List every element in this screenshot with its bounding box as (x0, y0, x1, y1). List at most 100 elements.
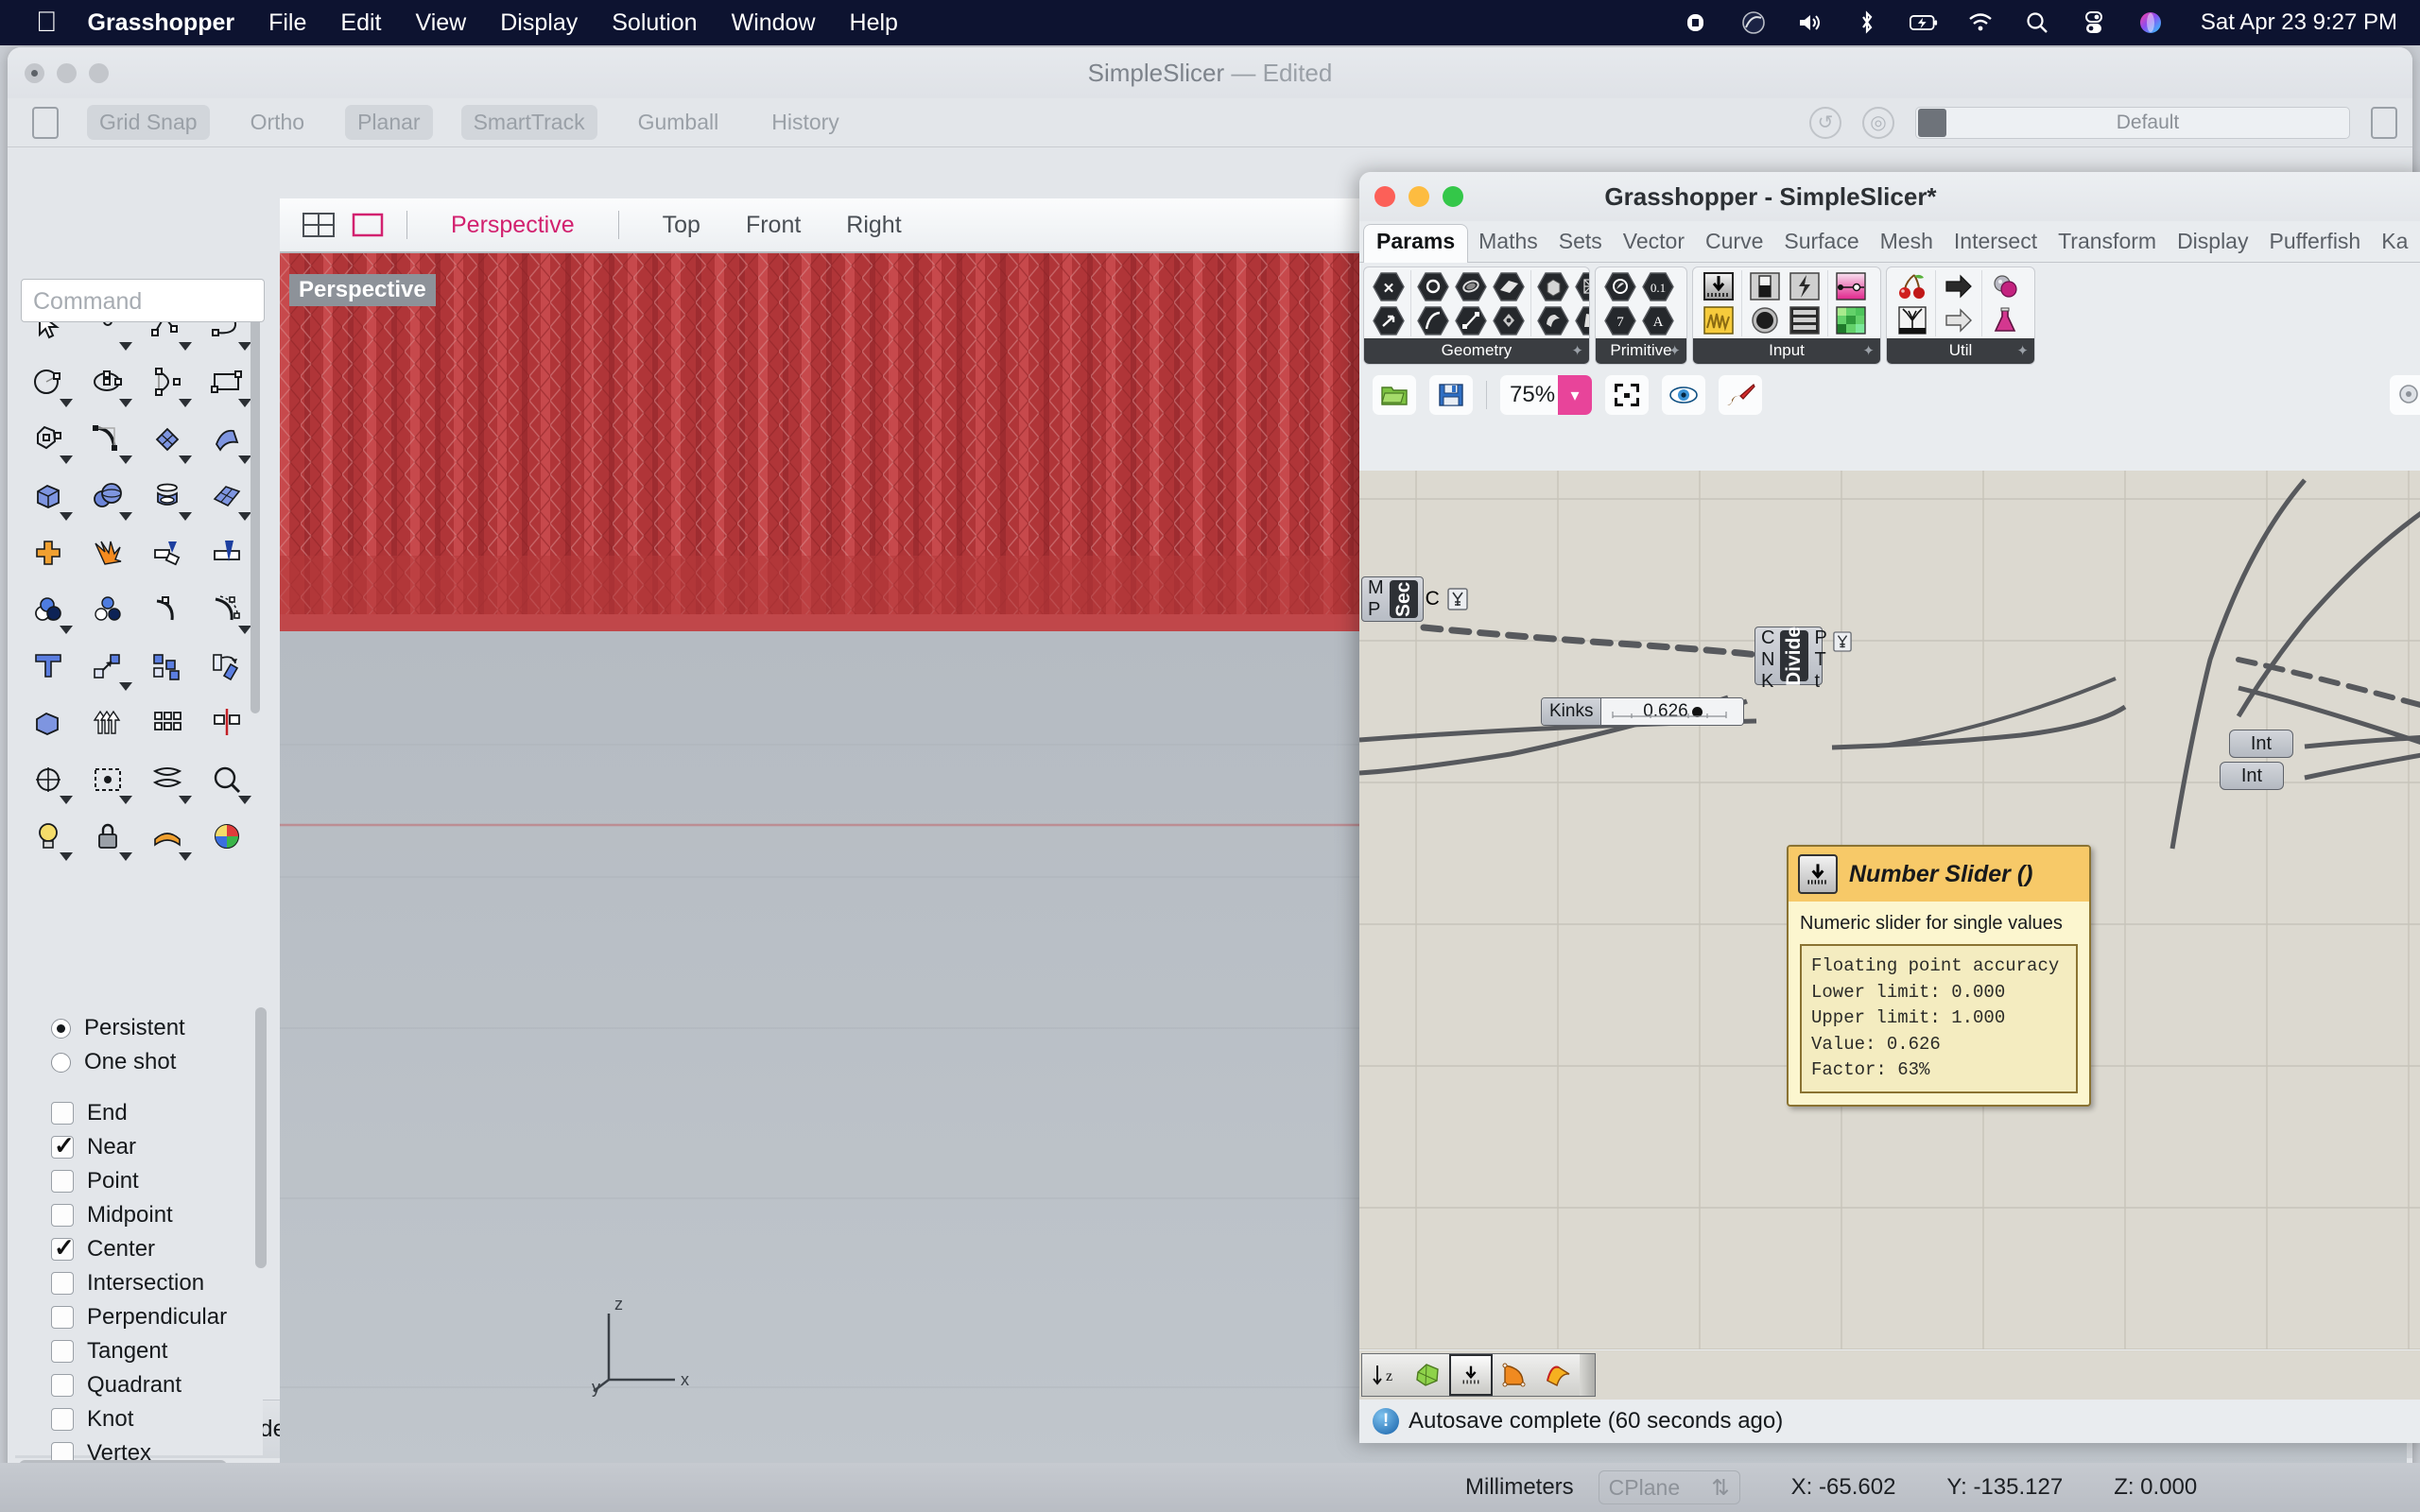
text-param-icon[interactable]: A (1640, 304, 1676, 336)
colour-swatch-icon[interactable] (1832, 304, 1870, 336)
menu-solution[interactable]: Solution (612, 9, 697, 37)
node-sec-name[interactable]: Sec (1390, 580, 1418, 618)
text-tool[interactable] (19, 638, 78, 695)
node-sec-input-p[interactable]: P (1368, 599, 1384, 621)
menu-window[interactable]: Window (732, 9, 816, 37)
curve-param-icon[interactable] (1415, 304, 1451, 336)
osnap-mode-persistent[interactable]: Persistent (15, 1011, 263, 1045)
lock-tool[interactable] (78, 808, 137, 865)
tray-grip[interactable] (1580, 1354, 1595, 1396)
integer-param-icon[interactable]: 7 (1602, 304, 1638, 336)
checkbox-intersection[interactable] (51, 1272, 74, 1295)
ribbon-geometry-expand-icon[interactable]: ✦ (1571, 342, 1583, 359)
sort-az-icon[interactable]: z (1362, 1354, 1406, 1396)
battery-charging-icon[interactable] (1910, 9, 1938, 37)
toggle-smarttrack[interactable]: SmartTrack (461, 105, 597, 140)
toggle-grid-snap[interactable]: Grid Snap (87, 105, 210, 140)
undo-view-icon[interactable]: ↺ (1809, 107, 1841, 139)
osnap-tangent[interactable]: Tangent (15, 1334, 263, 1368)
sphere-tool[interactable] (78, 468, 137, 524)
boolean-union-tool[interactable] (19, 524, 78, 581)
osnap-intersection[interactable]: Intersection (15, 1266, 263, 1300)
knob-icon[interactable] (1746, 304, 1784, 336)
target-icon[interactable]: ◎ (1862, 107, 1894, 139)
tab-ka[interactable]: Ka (2371, 225, 2418, 262)
arc-tool[interactable] (138, 354, 197, 411)
array-up-tool[interactable] (78, 695, 137, 751)
node-sec[interactable]: M P Sec C (1361, 576, 1424, 622)
ribbon-input-expand-icon[interactable]: ✦ (1862, 342, 1875, 359)
boolean-toggle-icon[interactable] (1746, 270, 1784, 302)
node-divide-output-t[interactable]: T (1814, 649, 1826, 671)
tab-mesh[interactable]: Mesh (1870, 225, 1944, 262)
number-slider-icon[interactable] (1700, 270, 1737, 302)
checkbox-perpendicular[interactable] (51, 1306, 74, 1329)
tab-maths[interactable]: Maths (1468, 225, 1548, 262)
plane-param-icon[interactable] (1491, 270, 1527, 302)
gradient-icon[interactable] (1832, 270, 1870, 302)
osnap-midpoint[interactable]: Midpoint (15, 1198, 263, 1232)
radio-persistent[interactable] (51, 1019, 71, 1039)
tab-pufferfish[interactable]: Pufferfish (2258, 225, 2371, 262)
cylinder-tool[interactable] (138, 468, 197, 524)
tool-palette-scrollbar[interactable] (251, 317, 260, 713)
layers-tool[interactable] (19, 581, 78, 638)
tab-vector[interactable]: Vector (1613, 225, 1695, 262)
number-slider-tray-icon[interactable] (1449, 1354, 1493, 1396)
tree-icon[interactable] (1893, 304, 1931, 336)
volume-icon[interactable] (1796, 9, 1824, 37)
menu-view[interactable]: View (416, 9, 467, 37)
copy-tool[interactable] (138, 638, 197, 695)
explode-tool[interactable] (78, 524, 137, 581)
node-sec-output-c[interactable]: C (1418, 577, 1447, 621)
node-sec-input-m[interactable]: M (1368, 577, 1384, 599)
viewport-tab-top[interactable]: Top (640, 212, 723, 239)
osnap-center[interactable]: Center (15, 1232, 263, 1266)
toggle-planar[interactable]: Planar (345, 105, 432, 140)
checkbox-quadrant[interactable] (51, 1374, 74, 1397)
ellipse-tool[interactable] (78, 354, 137, 411)
viewport-tab-front[interactable]: Front (723, 212, 823, 239)
split-tool[interactable] (138, 524, 197, 581)
tab-params[interactable]: Params (1363, 224, 1468, 263)
viewport-name-label[interactable]: Perspective (289, 274, 436, 306)
slider-kinks-label[interactable]: Kinks (1542, 698, 1601, 725)
right-panel-toggle-button[interactable] (2371, 107, 2397, 139)
node-sec-flag[interactable] (1447, 577, 1472, 621)
rectangle-tool[interactable] (198, 354, 256, 411)
scale-tool[interactable] (19, 751, 78, 808)
layer-selector[interactable]: Default (1915, 107, 2350, 139)
tab-surface[interactable]: Surface (1773, 225, 1869, 262)
arrow-right-grey-icon[interactable] (1940, 304, 1978, 336)
node-divide-input-n[interactable]: N (1761, 649, 1774, 671)
node-divide-flag[interactable] (1833, 627, 1855, 684)
grasshopper-canvas[interactable]: M P Sec C C N K Divide P T (1359, 471, 2420, 1349)
toggle-ortho[interactable]: Ortho (238, 105, 318, 140)
select-filter-tool[interactable] (138, 751, 197, 808)
mirror-tool[interactable] (198, 695, 256, 751)
cherries-icon[interactable] (1893, 270, 1931, 302)
graph-mapper-icon[interactable] (1700, 304, 1737, 336)
osnap-vertical-scrollbar[interactable] (255, 1007, 267, 1268)
surface-param-icon[interactable] (1535, 304, 1571, 336)
osnap-end[interactable]: End (15, 1096, 263, 1130)
menu-help[interactable]: Help (850, 9, 898, 37)
wifi-icon[interactable] (1966, 9, 1995, 37)
flask-icon[interactable] (1986, 304, 2024, 336)
osnap-mode-oneshot[interactable]: One shot (15, 1045, 263, 1079)
tab-display[interactable]: Display (2167, 225, 2258, 262)
osnap-point[interactable]: Point (15, 1164, 263, 1198)
node-divide-output-p[interactable]: P (1814, 627, 1826, 649)
surface-srf-tool[interactable] (138, 411, 197, 468)
menu-display[interactable]: Display (500, 9, 578, 37)
eye-icon[interactable] (1662, 375, 1705, 415)
profiler-icon[interactable] (2390, 375, 2420, 415)
geometry-x-icon[interactable]: ✕ (1371, 270, 1407, 302)
ellipse-param-icon[interactable] (1453, 270, 1489, 302)
value-list-icon[interactable] (1786, 304, 1824, 336)
menu-grasshopper[interactable]: Grasshopper (88, 9, 235, 37)
circle-param-icon[interactable] (1415, 270, 1451, 302)
apple-icon[interactable]:  (36, 9, 58, 37)
node-int-2[interactable]: Int (2220, 762, 2284, 790)
trim-tool[interactable] (198, 524, 256, 581)
